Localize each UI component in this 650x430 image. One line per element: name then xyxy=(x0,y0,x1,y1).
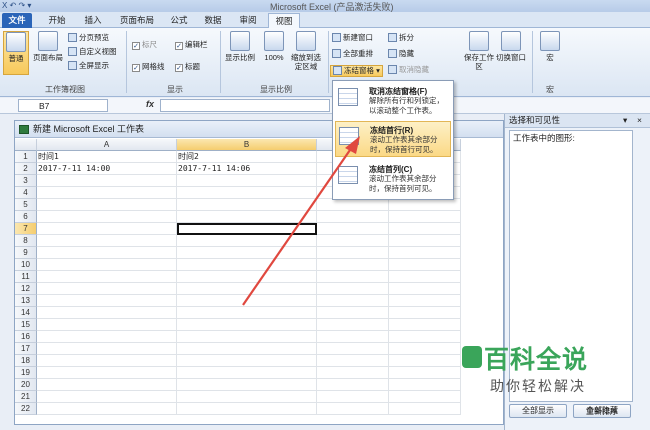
selection-pane-header: 选择和可见性 ▾ × xyxy=(505,114,650,128)
reorder-label[interactable]: 重新排序 xyxy=(586,406,618,417)
show-all-button[interactable]: 全部显示 xyxy=(509,404,567,418)
shapes-list-label: 工作表中的图形: xyxy=(513,133,575,143)
pane-menu-icon[interactable]: ▾ xyxy=(623,114,627,127)
selection-pane-title: 选择和可见性 xyxy=(509,115,561,125)
watermark-subtitle: 助你轻松解决 xyxy=(490,379,586,395)
watermark: 百科全说 助你轻松解决 xyxy=(462,340,612,402)
arrow-shaft xyxy=(242,149,351,306)
watermark-logo-icon xyxy=(462,346,482,368)
watermark-title: 百科全说 xyxy=(484,345,589,374)
close-icon[interactable]: × xyxy=(637,114,642,127)
arrow-head-icon xyxy=(345,136,360,154)
